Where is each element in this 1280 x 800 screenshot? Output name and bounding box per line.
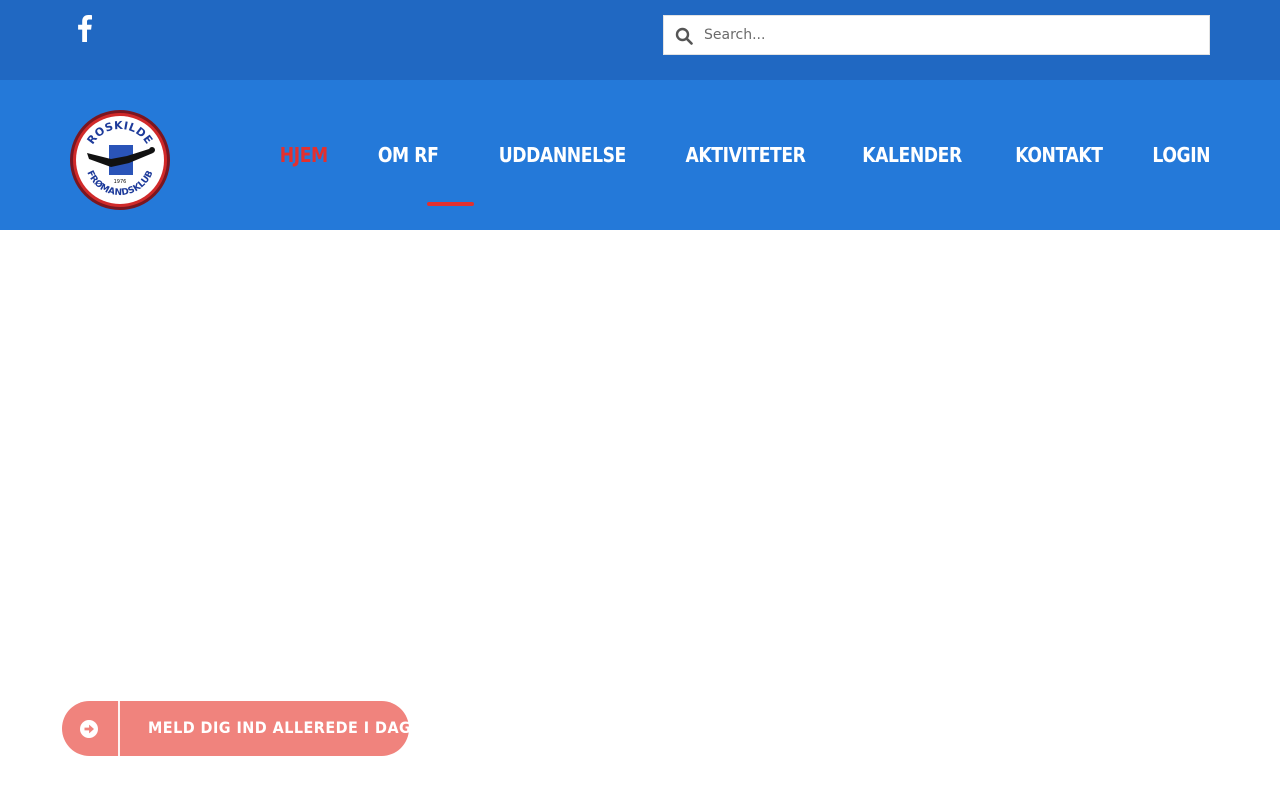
nav-item-uddannelse[interactable]: UDDANNELSE xyxy=(499,143,627,167)
nav-item-aktiviteter[interactable]: AKTIVITETER xyxy=(686,143,806,167)
nav-item-kalender[interactable]: KALENDER xyxy=(862,143,962,167)
cta-divider xyxy=(118,701,120,756)
facebook-icon xyxy=(78,15,92,42)
search-icon[interactable] xyxy=(675,27,693,45)
nav-item-login[interactable]: LOGIN xyxy=(1152,143,1210,167)
arrow-circle-right-icon xyxy=(80,720,98,738)
logo-year: 1976 xyxy=(114,179,127,185)
search-box xyxy=(663,15,1210,55)
nav-item-hjem[interactable]: HJEM xyxy=(280,143,328,167)
cta-label: MELD DIG IND ALLEREDE I DAG xyxy=(148,718,412,737)
top-bar xyxy=(0,0,1280,80)
nav-item-om-rf[interactable]: OM RF xyxy=(378,143,439,167)
nav-item-kontakt[interactable]: KONTAKT xyxy=(1016,143,1104,167)
facebook-link[interactable] xyxy=(74,14,94,44)
club-logo[interactable]: ROSKILDE FRØMANDSKLUB 1976 xyxy=(69,109,171,211)
active-nav-indicator xyxy=(427,202,474,206)
main-nav: HJEM OM RF UDDANNELSE AKTIVITETER KALEND… xyxy=(272,140,1211,170)
join-cta-button[interactable]: MELD DIG IND ALLEREDE I DAG xyxy=(62,701,412,756)
search-input[interactable] xyxy=(704,16,1204,54)
